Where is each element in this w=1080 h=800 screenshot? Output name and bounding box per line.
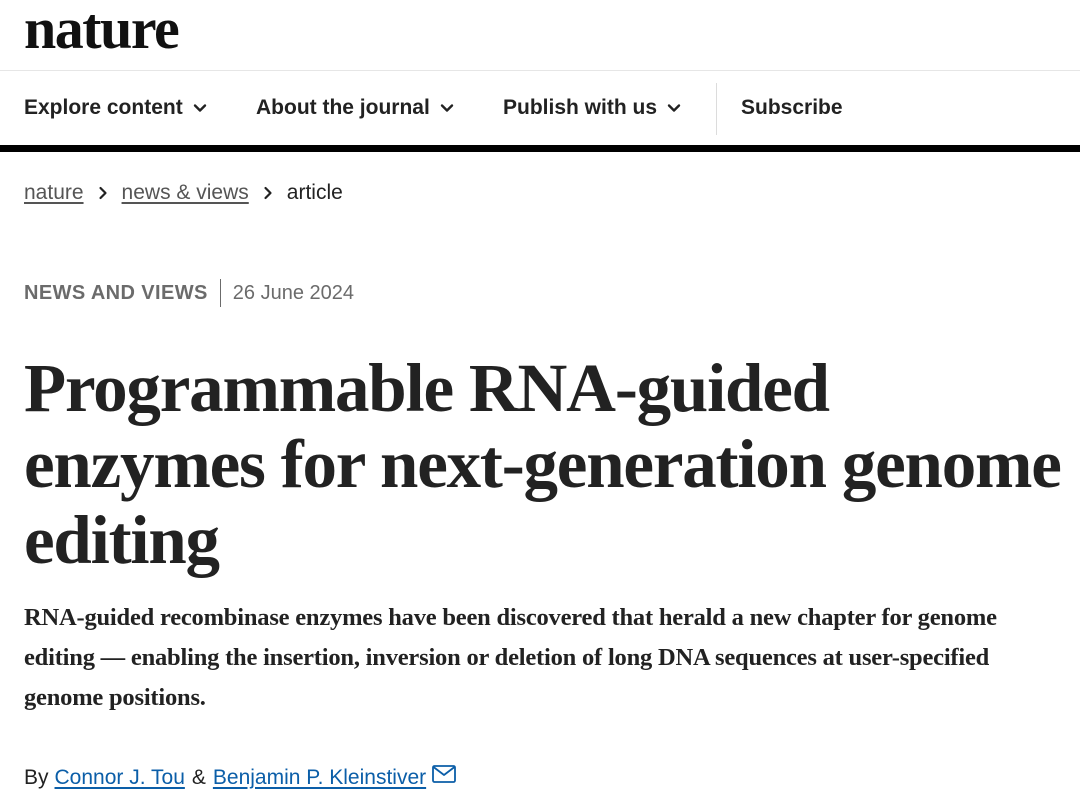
author-link[interactable]: Benjamin P. Kleinstiver bbox=[213, 766, 426, 790]
breadcrumb: nature news & views article bbox=[24, 178, 343, 208]
meta-divider bbox=[219, 279, 221, 307]
nav-explore-content[interactable]: Explore content bbox=[24, 71, 207, 145]
byline-prefix: By bbox=[24, 766, 49, 789]
publish-date: 26 June 2024 bbox=[232, 281, 354, 304]
mail-icon[interactable] bbox=[432, 765, 457, 783]
nav-item-label: Publish with us bbox=[503, 96, 658, 119]
chevron-down-icon bbox=[440, 104, 454, 112]
main-nav: Explore content About the journal Publis… bbox=[0, 71, 1080, 145]
nav-publish-with-us[interactable]: Publish with us bbox=[503, 71, 681, 145]
nature-logo[interactable]: nature bbox=[24, 0, 180, 64]
byline-conjunction: & bbox=[191, 766, 206, 789]
chevron-down-icon bbox=[667, 104, 681, 112]
nav-about-journal[interactable]: About the journal bbox=[256, 71, 454, 145]
chevron-right-icon bbox=[263, 186, 273, 200]
subscribe-link[interactable]: Subscribe bbox=[741, 71, 843, 145]
nav-divider bbox=[716, 83, 717, 135]
author-link[interactable]: Connor J. Tou bbox=[55, 766, 185, 790]
article-title: Programmable RNA-guided enzymes for next… bbox=[24, 350, 1062, 578]
byline: By Connor J. Tou & Benjamin P. Kleinstiv… bbox=[24, 762, 457, 794]
article-type: NEWS AND VIEWS bbox=[24, 281, 208, 304]
chevron-right-icon bbox=[98, 186, 108, 200]
breadcrumb-item-news-views[interactable]: news & views bbox=[122, 181, 249, 205]
breadcrumb-current: article bbox=[286, 181, 343, 204]
header-rule bbox=[0, 145, 1080, 152]
breadcrumb-item-nature[interactable]: nature bbox=[24, 181, 84, 205]
nav-item-label: Explore content bbox=[24, 96, 183, 119]
article-standfirst: RNA-guided recombinase enzymes have been… bbox=[24, 604, 997, 711]
chevron-down-icon bbox=[193, 104, 206, 112]
article-meta: NEWS AND VIEWS 26 June 2024 bbox=[24, 278, 354, 308]
nav-item-label: About the journal bbox=[256, 96, 430, 119]
site-header: nature bbox=[0, 0, 1080, 71]
